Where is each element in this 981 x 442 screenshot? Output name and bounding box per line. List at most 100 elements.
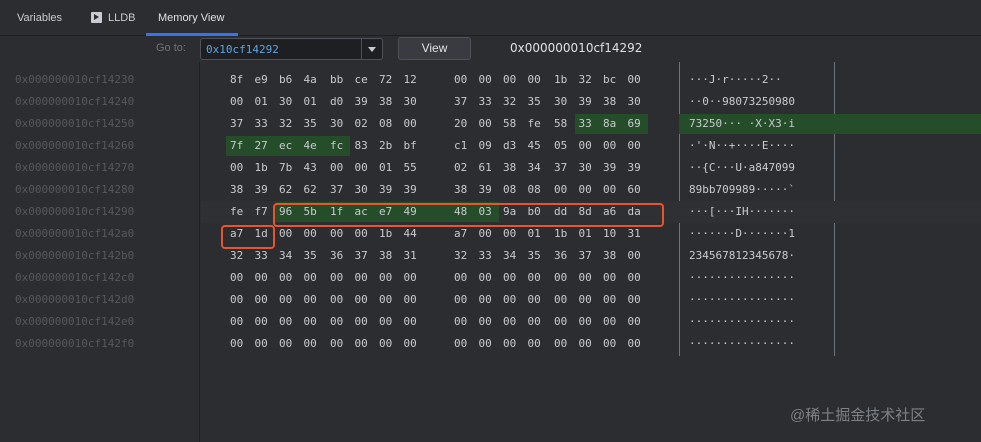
hex-byte[interactable]: 00 xyxy=(304,224,322,244)
hex-byte[interactable]: 00 xyxy=(330,224,348,244)
hex-byte[interactable]: 36 xyxy=(330,246,348,266)
hex-byte[interactable]: 37 xyxy=(355,246,373,266)
hex-byte[interactable]: 83 xyxy=(355,136,373,156)
hex-byte[interactable]: 39 xyxy=(255,180,273,200)
hex-byte[interactable]: 69 xyxy=(628,114,646,134)
hex-byte[interactable]: 58 xyxy=(503,114,521,134)
hex-byte[interactable]: 7b xyxy=(279,158,297,178)
hex-byte[interactable]: 00 xyxy=(379,268,397,288)
hex-byte[interactable]: d0 xyxy=(330,92,348,112)
hex-byte[interactable]: 00 xyxy=(579,334,597,354)
hex-byte[interactable]: 38 xyxy=(379,246,397,266)
hex-byte[interactable]: 00 xyxy=(528,290,546,310)
hex-byte[interactable]: 01 xyxy=(255,92,273,112)
hex-byte[interactable]: 00 xyxy=(579,312,597,332)
hex-byte[interactable]: 1b xyxy=(379,224,397,244)
hex-byte[interactable]: 00 xyxy=(255,290,273,310)
hex-byte[interactable]: 00 xyxy=(355,158,373,178)
hex-byte[interactable]: 00 xyxy=(628,70,646,90)
hex-byte[interactable]: 30 xyxy=(554,92,572,112)
hex-byte[interactable]: 00 xyxy=(503,268,521,288)
hex-byte[interactable]: 1b xyxy=(554,70,572,90)
hex-byte[interactable]: 00 xyxy=(579,136,597,156)
hex-byte[interactable]: 4a xyxy=(304,70,322,90)
hex-byte[interactable]: 00 xyxy=(603,334,621,354)
hex-byte[interactable]: 2b xyxy=(379,136,397,156)
hex-byte[interactable]: 58 xyxy=(554,114,572,134)
hex-byte[interactable]: 1b xyxy=(554,224,572,244)
hex-byte[interactable]: 00 xyxy=(454,268,472,288)
hex-byte[interactable]: 39 xyxy=(379,180,397,200)
hex-byte[interactable]: 00 xyxy=(454,290,472,310)
hex-byte[interactable]: 35 xyxy=(304,246,322,266)
hex-byte[interactable]: 00 xyxy=(554,290,572,310)
hex-byte[interactable]: 33 xyxy=(579,114,597,134)
hex-byte[interactable]: 00 xyxy=(603,136,621,156)
hex-byte[interactable]: ac xyxy=(355,202,373,222)
hex-byte[interactable]: fe xyxy=(230,202,248,222)
hex-byte[interactable]: 32 xyxy=(454,246,472,266)
hex-byte[interactable]: d3 xyxy=(503,136,521,156)
hex-byte[interactable]: 38 xyxy=(454,180,472,200)
hex-byte[interactable]: dd xyxy=(554,202,572,222)
hex-byte[interactable]: 00 xyxy=(230,290,248,310)
hex-byte[interactable]: 33 xyxy=(479,92,497,112)
hex-byte[interactable]: 00 xyxy=(479,268,497,288)
hex-byte[interactable]: 30 xyxy=(279,92,297,112)
hex-byte[interactable]: 00 xyxy=(355,290,373,310)
hex-byte[interactable]: da xyxy=(628,202,646,222)
hex-byte[interactable]: 00 xyxy=(279,290,297,310)
view-button[interactable]: View xyxy=(398,37,471,60)
hex-byte[interactable]: 45 xyxy=(528,136,546,156)
hex-byte[interactable]: 00 xyxy=(379,334,397,354)
tab-lldb[interactable]: LLDB xyxy=(108,0,136,36)
hex-byte[interactable]: 38 xyxy=(503,158,521,178)
hex-byte[interactable]: 44 xyxy=(404,224,422,244)
hex-byte[interactable]: 39 xyxy=(628,158,646,178)
hex-byte[interactable]: 00 xyxy=(454,70,472,90)
hex-byte[interactable]: 00 xyxy=(628,268,646,288)
hex-byte[interactable]: 00 xyxy=(579,290,597,310)
hex-byte[interactable]: 01 xyxy=(379,158,397,178)
hex-byte[interactable]: 01 xyxy=(579,224,597,244)
hex-byte[interactable]: 08 xyxy=(528,180,546,200)
hex-byte[interactable]: 08 xyxy=(503,180,521,200)
hex-byte[interactable]: 00 xyxy=(579,180,597,200)
hex-byte[interactable]: f7 xyxy=(255,202,273,222)
hex-byte[interactable]: 00 xyxy=(479,290,497,310)
hex-byte[interactable]: 00 xyxy=(230,268,248,288)
hex-byte[interactable]: 00 xyxy=(554,312,572,332)
hex-byte[interactable]: 34 xyxy=(279,246,297,266)
hex-byte[interactable]: fe xyxy=(528,114,546,134)
hex-byte[interactable]: fc xyxy=(330,136,348,156)
hex-byte[interactable]: 00 xyxy=(603,268,621,288)
hex-byte[interactable]: 09 xyxy=(479,136,497,156)
hex-byte[interactable]: 02 xyxy=(454,158,472,178)
hex-byte[interactable]: 38 xyxy=(603,246,621,266)
hex-byte[interactable]: 05 xyxy=(554,136,572,156)
hex-byte[interactable]: 00 xyxy=(355,334,373,354)
hex-byte[interactable]: 00 xyxy=(579,268,597,288)
hex-byte[interactable]: 35 xyxy=(528,246,546,266)
hex-byte[interactable]: 00 xyxy=(355,312,373,332)
hex-byte[interactable]: 1b xyxy=(255,158,273,178)
hex-byte[interactable]: 00 xyxy=(628,334,646,354)
hex-byte[interactable]: 00 xyxy=(330,158,348,178)
hex-byte[interactable]: 00 xyxy=(528,70,546,90)
hex-byte[interactable]: 34 xyxy=(503,246,521,266)
hex-byte[interactable]: 00 xyxy=(404,334,422,354)
hex-byte[interactable]: b0 xyxy=(528,202,546,222)
hex-byte[interactable]: bc xyxy=(603,70,621,90)
hex-byte[interactable]: a6 xyxy=(603,202,621,222)
hex-byte[interactable]: 00 xyxy=(330,268,348,288)
hex-byte[interactable]: 48 xyxy=(454,202,472,222)
hex-dump-panel[interactable]: 8f e9 b6 4a bb ce 72 12 00 00 00 00 1b 32 bc 00 ···J·r··… xyxy=(201,62,981,442)
hex-byte[interactable]: 34 xyxy=(528,158,546,178)
hex-byte[interactable]: 8f xyxy=(230,70,248,90)
hex-byte[interactable]: bb xyxy=(330,70,348,90)
hex-byte[interactable]: 00 xyxy=(404,114,422,134)
hex-byte[interactable]: 00 xyxy=(628,136,646,156)
hex-byte[interactable]: 03 xyxy=(479,202,497,222)
hex-byte[interactable]: 38 xyxy=(603,92,621,112)
hex-byte[interactable]: 32 xyxy=(503,92,521,112)
